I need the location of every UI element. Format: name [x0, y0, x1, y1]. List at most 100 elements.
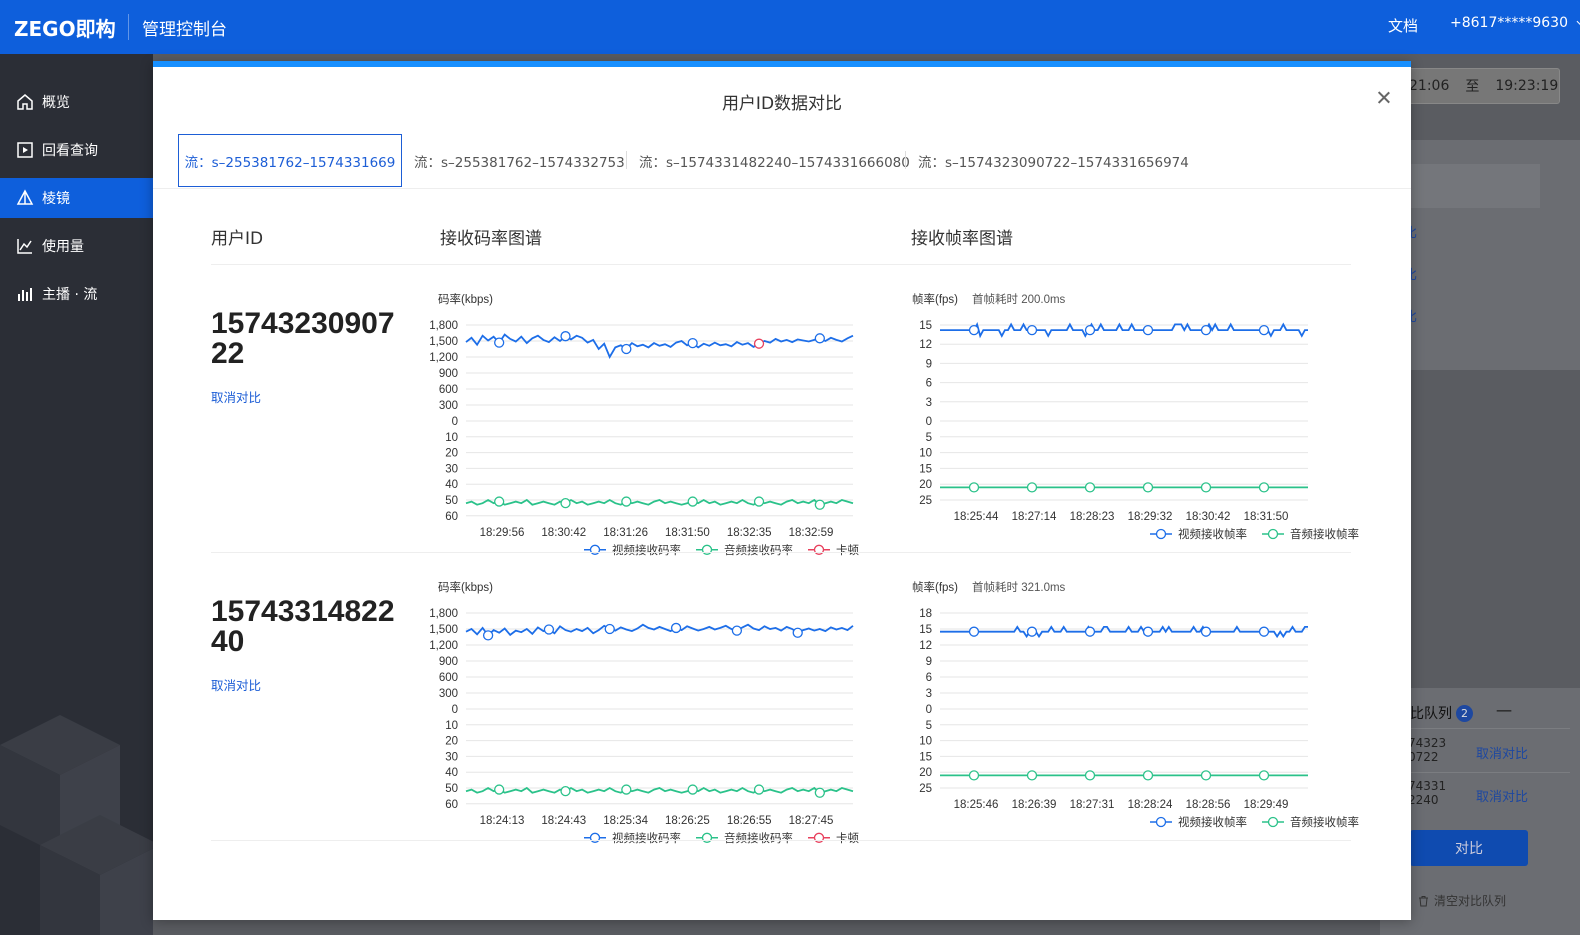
background-row [1404, 164, 1540, 208]
y-tick-label: 3 [926, 688, 932, 700]
chart-subtitle: 首帧耗时 200.0ms [972, 292, 1066, 306]
legend-label: 视频接收帧率 [1178, 815, 1247, 829]
framerate-chart-2: 帧率(fps) 首帧耗时 321.0ms 18 15 12 9 6 3 0 5 10 15 20 25 18… [895, 573, 1359, 832]
legend-label: 音频接收码率 [724, 543, 793, 557]
audio-marker [1084, 770, 1096, 781]
legend-label: 视频接收码率 [612, 543, 681, 557]
cancel-compare-link[interactable]: 取消对比 [211, 675, 411, 694]
y-tick-label: 1,200 [429, 640, 458, 652]
legend-item: 音频接收码率 [696, 543, 793, 557]
x-tick-label: 18:31:26 [603, 527, 648, 539]
queue-title-text: 比队列 [1410, 706, 1452, 722]
x-tick-label: 18:30:42 [541, 527, 586, 539]
time-end: 19:23:19 [1495, 78, 1559, 94]
x-tick-label: 18:24:43 [541, 815, 586, 827]
audio-marker [687, 496, 698, 507]
audio-marker [621, 496, 632, 507]
queue-cancel-link[interactable]: 取消对比 [1476, 786, 1528, 805]
queue-item-line: 74323 [1408, 736, 1447, 750]
chart-svg: 码率(kbps) 1,800 1,500 1,200 900 600 300 0 10 20 30 4… [429, 292, 859, 557]
sidebar-item-prism[interactable]: 棱镜 [0, 178, 153, 218]
clear-queue-link[interactable]: 清空对比队列 [1418, 892, 1506, 909]
docs-link[interactable]: 文档 [1388, 15, 1418, 36]
sidebar-item-usage[interactable]: 使用量 [0, 226, 153, 266]
audio-marker [1142, 482, 1154, 493]
queue-item-line: 0722 [1408, 750, 1439, 764]
y-tick-label: 15 [919, 624, 932, 636]
video-marker [1258, 626, 1270, 637]
y-tick-label: 60 [445, 511, 458, 523]
queue-cancel-link[interactable]: 取消对比 [1476, 743, 1528, 762]
queue-item-line: 74331 [1408, 779, 1447, 793]
tab-stream-1[interactable]: 流：s–255381762–1574331669 [178, 134, 402, 187]
video-marker [543, 624, 555, 635]
bitrate-chart-1: 码率(kbps) 1,800 1,500 1,200 900 600 300 0 10 20 30 4… [421, 285, 861, 557]
x-tick-label: 18:28:24 [1128, 799, 1173, 811]
audio-marker [1084, 482, 1096, 493]
audio-marker [753, 784, 765, 795]
sidebar-item-label: 棱镜 [42, 191, 70, 207]
y-tick-label: 60 [445, 799, 458, 811]
account-menu[interactable]: +8617*****9630 [1450, 15, 1580, 31]
y-tick-label: 600 [439, 384, 458, 396]
queue-item: 74323 0722 [1408, 736, 1446, 764]
legend-marker [1155, 528, 1167, 540]
sidebar-item-playback[interactable]: 回看查询 [0, 130, 153, 170]
audio-marker [494, 496, 505, 507]
y-tick-label: 3 [926, 397, 932, 409]
y-tick-label: 20 [445, 448, 458, 460]
y-tick-label: 40 [445, 479, 458, 491]
legend-label: 音频接收帧率 [1290, 527, 1359, 541]
close-icon[interactable] [1375, 89, 1393, 107]
y-tick-label: 20 [919, 767, 932, 779]
queue-item: 74331 2240 [1408, 779, 1446, 807]
compare-button[interactable]: 对比 [1410, 830, 1528, 866]
audio-marker [560, 498, 571, 509]
tab-stream-2[interactable]: 流：s–255381762–1574332753 [414, 134, 625, 187]
column-header-framerate: 接收帧率图谱 [911, 229, 1013, 249]
y-tick-label: 25 [919, 783, 932, 795]
video-marker [814, 333, 825, 344]
chart-title: 码率(kbps) [438, 580, 493, 594]
prism-icon [16, 189, 34, 207]
compare-modal: 用户ID数据对比 流：s–255381762–1574331669 流：s–25… [153, 61, 1411, 920]
video-marker [1142, 324, 1154, 336]
queue-title: 比队列 2 [1410, 703, 1473, 723]
x-tick-label: 18:31:50 [665, 527, 710, 539]
account-phone: +8617*****9630 [1450, 15, 1568, 31]
legend-label: 音频接收帧率 [1290, 815, 1359, 829]
audio-marker [814, 499, 825, 510]
tab-stream-3[interactable]: 流：s–1574331482240–1574331666080 [639, 134, 910, 187]
y-tick-label: 0 [452, 416, 458, 428]
audio-marker [968, 482, 980, 493]
video-marker [604, 623, 615, 635]
video-framerate-line [940, 321, 1308, 339]
audio-marker [560, 786, 571, 797]
decorative-cubes [0, 715, 153, 935]
top-nav-bar: ZEGO即构 管理控制台 文档 +8617*****9630 [0, 0, 1580, 54]
sidebar: 概览 回看查询 棱镜 使用量 主播 · 流 [0, 54, 153, 935]
x-tick-label: 18:31:50 [1244, 511, 1289, 523]
y-tick-label: 20 [919, 479, 932, 491]
sidebar-item-label: 主播 · 流 [42, 287, 98, 303]
cancel-compare-link[interactable]: 取消对比 [211, 387, 411, 406]
audio-marker [1026, 770, 1038, 781]
clear-queue-label: 清空对比队列 [1434, 894, 1507, 908]
minimize-button[interactable]: 一 [1496, 698, 1512, 722]
y-tick-label: 1,500 [429, 336, 458, 348]
legend-label: 音频接收码率 [724, 831, 793, 845]
audio-marker [1200, 770, 1212, 781]
y-tick-label: 40 [445, 767, 458, 779]
video-marker [670, 622, 682, 634]
sidebar-item-overview[interactable]: 概览 [0, 82, 153, 122]
tab-stream-4[interactable]: 流：s–1574323090722–1574331656974 [918, 134, 1189, 187]
video-marker [1026, 324, 1038, 336]
legend-label: 视频接收码率 [612, 831, 681, 845]
divider [211, 840, 1351, 841]
sidebar-item-streams[interactable]: 主播 · 流 [0, 274, 153, 314]
sidebar-item-label: 回看查询 [42, 143, 98, 159]
y-tick-label: 6 [926, 672, 932, 684]
audio-marker [968, 770, 980, 781]
y-tick-label: 5 [926, 432, 932, 444]
zego-logo[interactable]: ZEGO即构 [0, 13, 128, 42]
